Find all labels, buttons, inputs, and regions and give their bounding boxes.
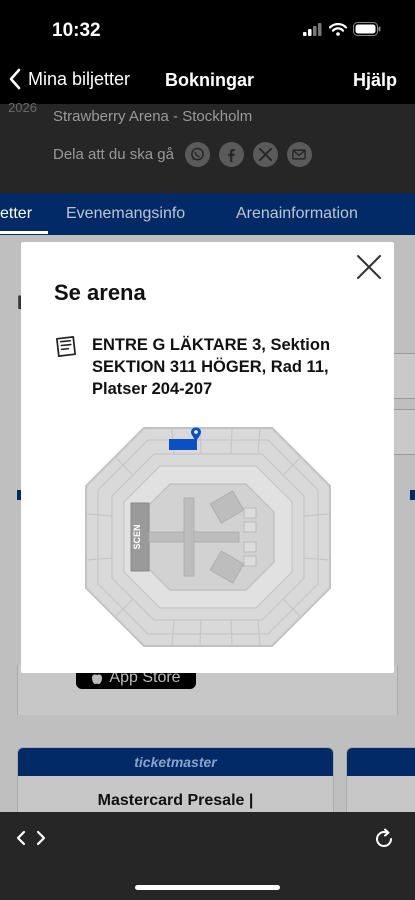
facebook-icon bbox=[228, 148, 236, 162]
nav-arrows bbox=[16, 830, 46, 846]
ticketmaster-logo: ticketmaster bbox=[18, 748, 333, 776]
presale-title: Mastercard Presale | bbox=[97, 792, 254, 809]
status-bar: 10:32 bbox=[0, 0, 415, 56]
apple-icon bbox=[92, 674, 103, 685]
facebook-share-button[interactable] bbox=[218, 142, 244, 167]
back-label: Mina biljetter bbox=[28, 68, 131, 89]
arena-map[interactable]: SCEN bbox=[84, 426, 332, 648]
x-share-button[interactable] bbox=[252, 142, 278, 167]
status-time: 10:32 bbox=[52, 20, 101, 41]
event-header: 2026 Strawberry Arena - Stockholm Dela a… bbox=[0, 100, 415, 193]
browser-toolbar bbox=[0, 812, 415, 900]
event-venue: Strawberry Arena - Stockholm bbox=[53, 108, 253, 125]
tab-biljetter[interactable]: etter bbox=[0, 205, 32, 223]
share-row: Dela att du ska gå bbox=[53, 142, 312, 167]
ticket-icon bbox=[56, 336, 77, 357]
tab-arenainformation[interactable]: Arenainformation bbox=[236, 205, 358, 223]
background-accent bbox=[410, 490, 415, 500]
mail-share-button[interactable] bbox=[286, 142, 312, 167]
whatsapp-icon bbox=[191, 147, 204, 161]
home-indicator bbox=[135, 885, 280, 890]
back-arrow-icon[interactable] bbox=[16, 830, 26, 846]
chevron-left-icon bbox=[9, 68, 21, 90]
page-title: Bokningar bbox=[165, 70, 255, 90]
signal-icon bbox=[303, 22, 322, 36]
presale-card-next[interactable] bbox=[346, 747, 415, 812]
stage-label: SCEN bbox=[132, 524, 142, 549]
reload-icon[interactable] bbox=[373, 828, 395, 850]
modal-title: Se arena bbox=[54, 280, 146, 305]
close-icon[interactable] bbox=[356, 254, 382, 280]
arena-modal: Se arena ENTRE G LÄKTARE 3, Sektion SEKT… bbox=[21, 242, 394, 673]
presale-card[interactable]: ticketmaster Mastercard Presale | bbox=[17, 747, 334, 812]
tab-bar: etter Evenemangsinfo Arenainformation bbox=[0, 193, 415, 235]
nav-bar: Mina biljetter Bokningar Hjälp bbox=[0, 56, 415, 104]
battery-icon bbox=[353, 22, 381, 36]
help-button[interactable]: Hjälp bbox=[353, 70, 397, 91]
back-button[interactable]: Mina biljetter bbox=[8, 68, 130, 90]
tab-evenemangsinfo[interactable]: Evenemangsinfo bbox=[66, 205, 185, 223]
status-icons bbox=[303, 22, 381, 36]
x-icon bbox=[258, 148, 272, 161]
ticket-info-row: ENTRE G LÄKTARE 3, Sektion SEKTION 311 H… bbox=[54, 334, 354, 400]
share-label: Dela att du ska gå bbox=[53, 146, 174, 163]
mail-icon bbox=[292, 149, 307, 160]
ticket-info: ENTRE G LÄKTARE 3, Sektion SEKTION 311 H… bbox=[92, 336, 331, 398]
event-year: 2026 bbox=[8, 100, 37, 115]
tab-underline bbox=[0, 231, 48, 234]
whatsapp-share-button[interactable] bbox=[184, 142, 210, 167]
highlighted-section bbox=[169, 439, 197, 450]
wifi-icon bbox=[329, 22, 347, 36]
ticketmaster-header bbox=[347, 748, 415, 776]
forward-arrow-icon[interactable] bbox=[36, 830, 46, 846]
